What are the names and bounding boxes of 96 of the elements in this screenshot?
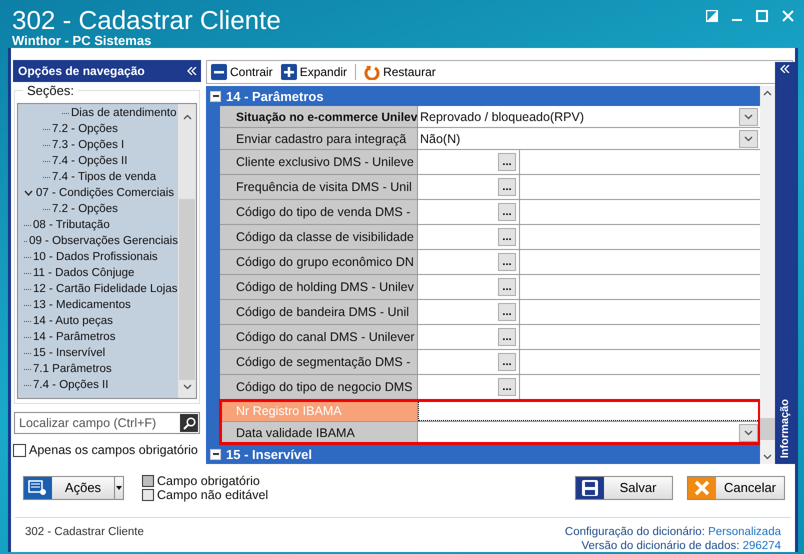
tree-item[interactable]: 12 - Cartão Fidelidade Lojas <box>33 283 178 295</box>
search-field[interactable]: Localizar campo (Ctrl+F) <box>14 412 200 434</box>
scrollbar[interactable] <box>178 104 196 398</box>
field-label: Enviar cadastro para integraçã <box>220 128 418 149</box>
legend-swatch <box>142 488 154 500</box>
search-icon[interactable] <box>182 416 196 430</box>
browse-button[interactable]: ... <box>498 378 516 396</box>
field-label: Código de holding DMS - Unilev <box>220 275 418 299</box>
save-button[interactable]: Salvar <box>575 476 673 500</box>
expand-panel-icon[interactable] <box>780 65 790 73</box>
close-icon[interactable] <box>782 10 794 22</box>
tree-item[interactable]: 08 - Tributação <box>33 219 110 231</box>
x-icon <box>694 480 710 496</box>
screen-name: 302 - Cadastrar Cliente <box>25 526 144 540</box>
tree-item[interactable]: 07 - Condições Comerciais <box>36 187 174 199</box>
toolbar-button[interactable]: Restaurar <box>364 64 436 80</box>
tree-item[interactable]: 11 - Dados Cônjuge <box>33 267 134 279</box>
tree-item[interactable]: 10 - Dados Profissionais <box>33 251 158 263</box>
browse-button[interactable]: ... <box>498 178 516 196</box>
minus-icon <box>211 64 227 80</box>
group-label: Seções: <box>23 83 78 98</box>
field-label: Código do canal DMS - Unilever <box>220 325 418 349</box>
window-title: 302 - Cadastrar Cliente <box>12 6 281 34</box>
field-label: Cliente exclusivo DMS - Unileve <box>220 150 418 174</box>
browse-button[interactable]: ... <box>498 353 516 371</box>
scrollbar[interactable] <box>760 86 775 464</box>
tree-item[interactable]: 14 - Auto peças <box>33 315 113 327</box>
section-title: 15 - Inservível <box>226 446 312 462</box>
toolbar-button[interactable]: Contrair <box>211 64 273 80</box>
restore-icon[interactable] <box>706 10 718 22</box>
field-label: Data validade IBAMA <box>220 422 418 443</box>
checkbox[interactable] <box>13 444 26 456</box>
field-label: Código do grupo econômico DN <box>220 250 418 274</box>
collapse-icon[interactable] <box>210 90 221 102</box>
tree-item[interactable]: 7.2 - Opções <box>52 203 118 215</box>
chevron-down-icon <box>182 384 192 390</box>
panel-title: Opções de navegação <box>18 64 145 78</box>
tree-item[interactable]: 13 - Medicamentos <box>33 299 131 311</box>
scrollbar-thumb[interactable] <box>760 418 775 440</box>
caret-icon <box>116 486 122 490</box>
cancel-button[interactable]: Cancelar <box>687 476 785 500</box>
tree-item[interactable]: 14 - Parâmetros <box>33 331 116 343</box>
field-label: Código da classe de visibilidade <box>220 225 418 249</box>
panel-title: Informação <box>779 398 791 458</box>
circular-arrow-icon <box>364 64 380 80</box>
tree-item[interactable]: 15 - Inservível <box>33 347 106 359</box>
browse-button[interactable]: ... <box>498 328 516 346</box>
field-label: Situação no e-commerce Unilev <box>220 106 418 127</box>
legend-swatch <box>142 474 154 486</box>
section-header[interactable]: 15 - Inservível <box>206 444 760 464</box>
tree-item[interactable]: 7.4 - Opções II <box>52 155 128 167</box>
toolbar-button[interactable]: Expandir <box>280 64 348 80</box>
section-header[interactable]: 14 - Parâmetros <box>206 86 760 106</box>
checkbox-label[interactable]: Apenas os campos obrigatório <box>29 443 198 457</box>
tree-item[interactable]: 09 - Observações Gerenciais <box>29 235 178 247</box>
legend-label: Campo não editável <box>157 488 268 502</box>
dropdown-field[interactable]: Reprovado / bloqueado(RPV) <box>418 106 760 127</box>
scrollbar-thumb[interactable] <box>179 199 195 380</box>
plus-icon <box>280 64 297 80</box>
tree-item[interactable]: 7.2 - Opções <box>52 123 118 135</box>
tree-item[interactable]: 7.4 - Opções II <box>33 379 108 391</box>
status-label: Versão do dicionário de dados: <box>582 540 740 552</box>
field-label: Frequência de visita DMS - Unil <box>220 175 418 199</box>
field-label: Código do tipo de negocio DMS <box>220 375 418 399</box>
status-value: Personalizada <box>708 526 781 538</box>
collapse-icon[interactable] <box>210 448 221 460</box>
status-label: Configuração do dicionário: <box>564 526 705 538</box>
browse-button[interactable]: ... <box>498 278 516 296</box>
chevron-down-icon <box>744 430 753 436</box>
status-value: 296274 <box>742 540 781 552</box>
dropdown-field[interactable]: Não(N) <box>418 128 760 149</box>
browse-button[interactable]: ... <box>498 203 516 221</box>
browse-button[interactable]: ... <box>498 153 516 171</box>
field-label: Nr Registro IBAMA <box>220 400 418 421</box>
browse-button[interactable]: ... <box>498 253 516 271</box>
browse-button[interactable]: ... <box>498 303 516 321</box>
tree-item[interactable]: 7.3 - Opções I <box>52 139 124 151</box>
actions-button[interactable]: Ações <box>23 476 124 500</box>
chevron-down-icon <box>744 136 753 142</box>
tree-item[interactable]: 7.4 - Tipos de venda <box>52 171 156 183</box>
legend-label: Campo obrigatório <box>157 474 260 488</box>
chevron-down-icon <box>744 114 753 120</box>
collapse-panel-icon[interactable] <box>187 67 197 75</box>
browse-button[interactable]: ... <box>498 228 516 246</box>
field-label: Código de segmentação DMS - <box>220 350 418 374</box>
chevron-down-icon <box>763 454 772 460</box>
field-label: Código de bandeira DMS - Unil <box>220 300 418 324</box>
maximize-icon[interactable] <box>756 10 768 22</box>
chevron-down-icon[interactable] <box>24 190 34 196</box>
tree-item[interactable]: 7.1 Parâmetros <box>33 363 112 375</box>
window-subtitle: Winthor - PC Sistemas <box>12 34 152 47</box>
section-title: 14 - Parâmetros <box>226 88 324 104</box>
tree-item[interactable]: Dias de atendimento <box>71 107 176 119</box>
field-label: Código do tipo de venda DMS - <box>220 200 418 224</box>
chevron-up-icon <box>763 90 772 96</box>
chevron-up-icon <box>182 114 192 120</box>
